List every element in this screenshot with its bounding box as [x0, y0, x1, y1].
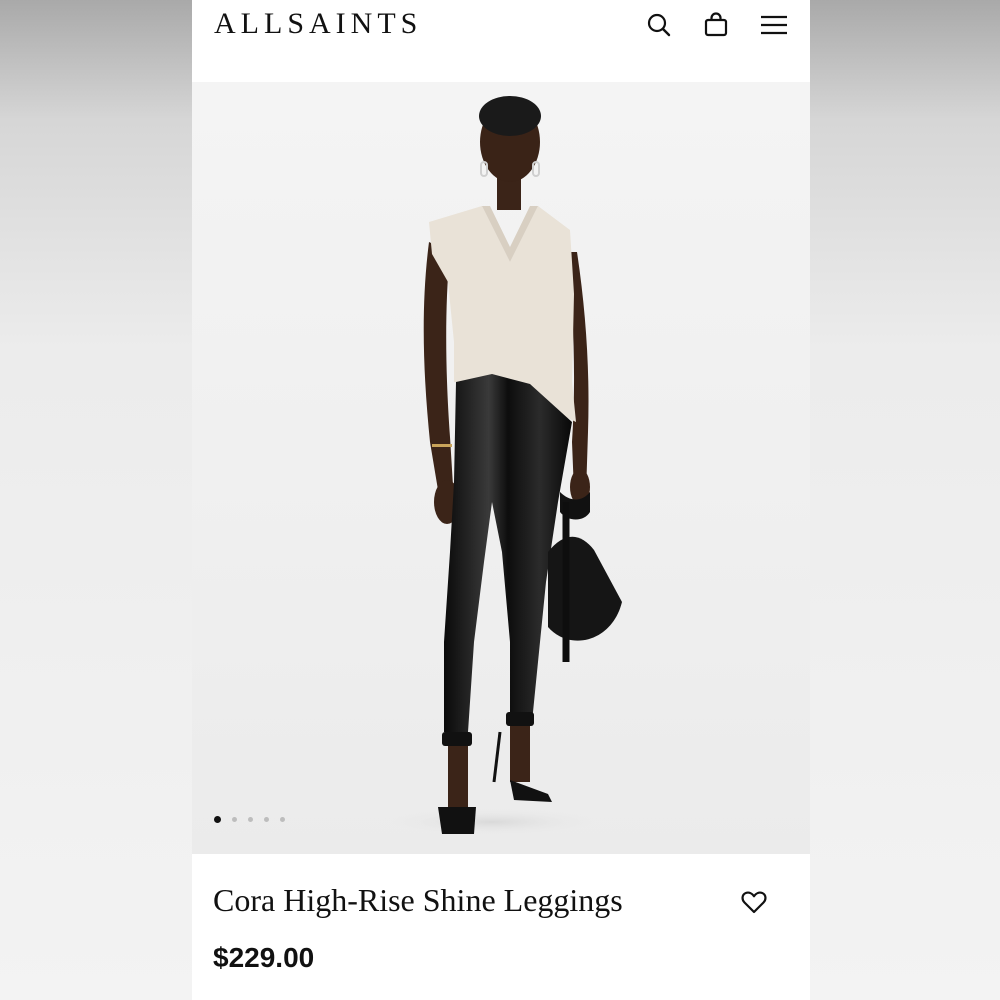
wishlist-button[interactable] [740, 888, 770, 918]
menu-button[interactable] [759, 10, 789, 40]
carousel-dot-1[interactable] [214, 816, 221, 823]
brand-logo[interactable]: ALLSAINTS [214, 6, 422, 42]
image-carousel-dots [214, 816, 285, 823]
site-header: ALLSAINTS [192, 0, 810, 64]
bag-icon [704, 12, 728, 37]
product-info: Cora High-Rise Shine Leggings $229.00 [192, 854, 810, 1000]
search-button[interactable] [644, 10, 674, 40]
carousel-dot-3[interactable] [248, 817, 253, 822]
model-illustration [382, 96, 622, 836]
product-price: $229.00 [213, 942, 315, 973]
product-title: Cora High-Rise Shine Leggings [213, 882, 623, 918]
carousel-dot-5[interactable] [280, 817, 285, 822]
carousel-dot-4[interactable] [264, 817, 269, 822]
bag-button[interactable] [701, 10, 731, 40]
app-screen: ALLSAINTS Cora High-Rise Shine Leggings … [192, 0, 810, 1000]
menu-icon [761, 15, 787, 35]
product-image[interactable] [192, 82, 810, 854]
carousel-dot-2[interactable] [232, 817, 237, 822]
heart-icon [741, 891, 767, 914]
search-icon [647, 13, 671, 37]
